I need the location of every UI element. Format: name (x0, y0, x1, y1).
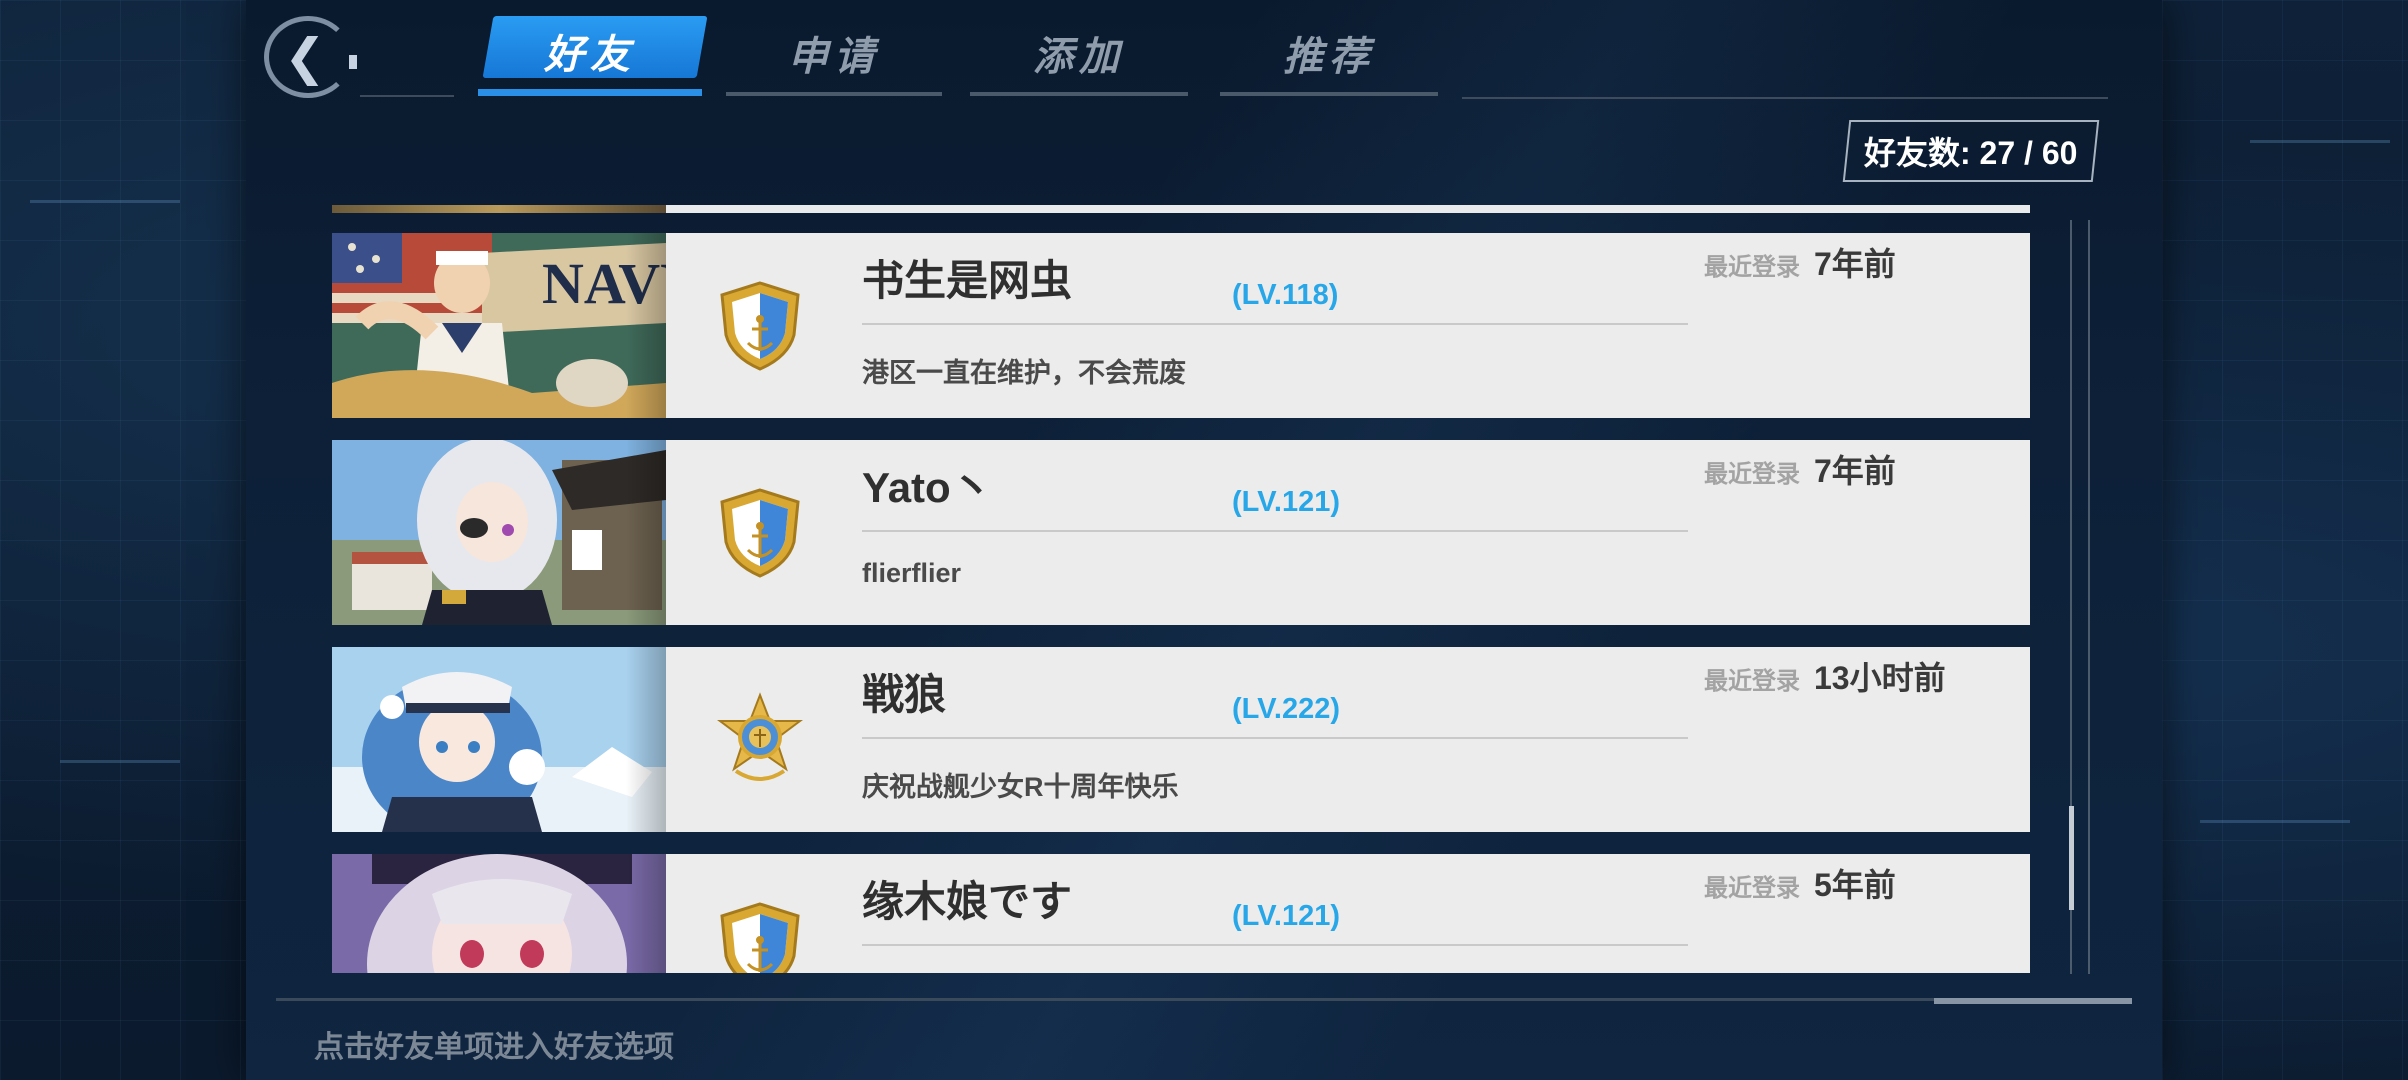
back-button-notch (349, 55, 357, 69)
footer-rule (276, 998, 2132, 1001)
friend-signature: 庆祝战舰少女R十周年快乐 (862, 772, 1179, 802)
last-login-label: 最近登录 (1704, 461, 1800, 488)
decor-line (60, 760, 180, 763)
background-grid-left (0, 0, 246, 1080)
scrollbar-thumb[interactable] (2069, 806, 2074, 910)
decor-line (2200, 820, 2350, 823)
friend-count-text: 好友数: 27 / 60 (1864, 135, 2078, 171)
tab-underline (478, 89, 702, 96)
gold-shield-anchor-icon (720, 488, 800, 578)
friend-card-partial (332, 205, 2030, 213)
card-divider (862, 323, 1688, 325)
tab-label: 添加 (1033, 35, 1125, 79)
avatar-shade (626, 854, 666, 973)
friend-card[interactable]: NAVY 书生是网虫 (LV.118) 港区一直在维护，不会荒废 最近登录 7年… (332, 233, 2030, 418)
friend-name: Yato丶 (862, 464, 993, 511)
tab-recommend[interactable]: 推荐 (1220, 16, 1438, 96)
last-login-time: 5年前 (1814, 867, 1896, 903)
tab-label: 推荐 (1283, 35, 1375, 79)
navy-sailor-portrait: NAVY (332, 233, 666, 418)
friend-count-badge: 好友数: 27 / 60 (1842, 120, 2100, 182)
avatar-shade (626, 440, 666, 625)
friend-name: 书生是网虫 (862, 257, 1073, 304)
tab-underline (1220, 92, 1438, 96)
avatar (332, 647, 666, 832)
avatar-partial (332, 205, 666, 213)
card-divider (862, 944, 1688, 946)
footer-rule-accent (1934, 998, 2132, 1004)
blue-hair-winter-portrait (332, 647, 666, 832)
hint-text: 点击好友单项进入好友选项 (314, 1031, 674, 1064)
last-login-label: 最近登录 (1704, 668, 1800, 695)
tab-underline (726, 92, 942, 96)
tab-label: 好友 (544, 33, 636, 77)
white-hair-girl-portrait (332, 854, 666, 973)
card-divider (862, 737, 1688, 739)
friend-card[interactable]: 缘木娘です (LV.121) 最近登录 5年前 (332, 854, 2030, 973)
friend-card[interactable]: Yato丶 (LV.121) flierflier 最近登录 7年前 (332, 440, 2030, 625)
silver-hair-admiral-portrait (332, 440, 666, 625)
last-login-time: 7年前 (1814, 246, 1896, 282)
avatar-shade (626, 647, 666, 832)
friend-level: (LV.121) (1232, 486, 1340, 518)
gold-star-medal-icon (717, 692, 803, 781)
last-login-label: 最近登录 (1704, 254, 1800, 281)
tab-friends[interactable]: 好友 (478, 16, 708, 96)
friend-name: 戦狼 (862, 671, 947, 718)
back-button[interactable]: ❮ (264, 16, 357, 98)
gold-shield-anchor-icon (720, 902, 800, 973)
decor-line (2250, 140, 2390, 143)
friend-signature: 港区一直在维护，不会荒废 (862, 358, 1186, 388)
tab-add[interactable]: 添加 (970, 16, 1188, 96)
last-login-label: 最近登录 (1704, 875, 1800, 902)
decor-line (30, 200, 180, 203)
tab-underline (970, 92, 1188, 96)
friend-card[interactable]: 戦狼 (LV.222) 庆祝战舰少女R十周年快乐 最近登录 13小时前 (332, 647, 2030, 832)
tabs-rule (360, 95, 454, 97)
avatar (332, 854, 666, 973)
last-login-time: 13小时前 (1814, 660, 1946, 696)
last-login-time: 7年前 (1814, 453, 1896, 489)
friend-signature: flierflier (862, 558, 962, 588)
friend-level: (LV.118) (1232, 279, 1339, 311)
background-grid-right (2162, 0, 2408, 1080)
friend-level: (LV.121) (1232, 900, 1340, 932)
avatar (332, 440, 666, 625)
card-divider (862, 530, 1688, 532)
gold-shield-anchor-icon (720, 281, 800, 371)
tab-requests[interactable]: 申请 (726, 16, 942, 96)
avatar-shade (626, 233, 666, 418)
friend-name: 缘木娘です (862, 878, 1073, 925)
chevron-left-icon: ❮ (284, 28, 326, 86)
tabs-rule (1462, 97, 2108, 99)
friend-list[interactable]: NAVY 书生是网虫 (LV.118) 港区一直在维护，不会荒废 最近登录 7年… (332, 205, 2032, 973)
avatar: NAVY (332, 233, 666, 418)
tab-label: 申请 (788, 35, 880, 79)
friend-level: (LV.222) (1232, 693, 1340, 725)
